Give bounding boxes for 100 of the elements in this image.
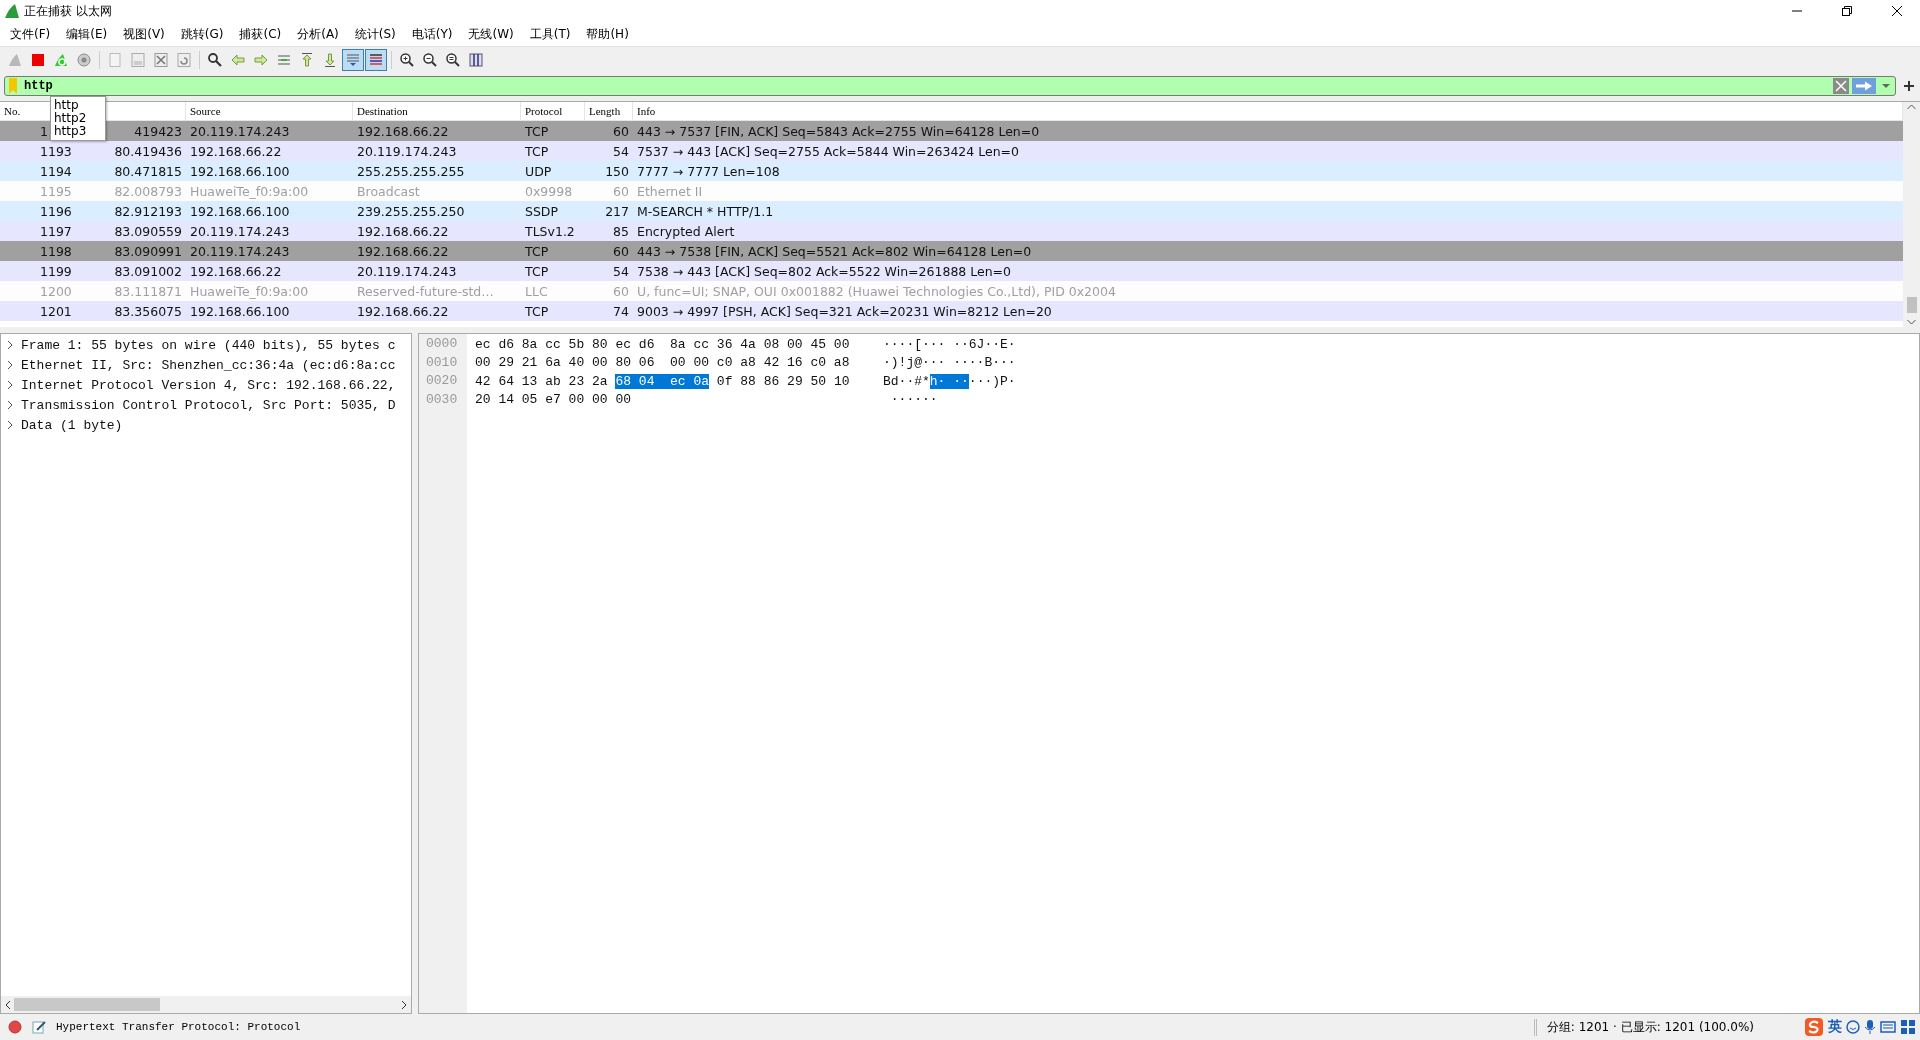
hex-bytes[interactable]: 68 04 ec 0a: [615, 373, 710, 389]
packet-protocol: TCP: [525, 303, 549, 319]
packet-number: 1193: [40, 143, 72, 159]
menu-item[interactable]: 跳转(G): [172, 23, 232, 45]
packet-source: 20.119.174.243: [190, 243, 290, 259]
packet-number: 1197: [40, 223, 72, 239]
tree-item[interactable]: Frame 1: 55 bytes on wire (440 bits), 55 bytes c: [21, 337, 396, 353]
packet-protocol: UDP: [525, 163, 552, 179]
resize-columns-icon: [468, 51, 484, 68]
tree-item[interactable]: Ethernet II, Src: Shenzhen_cc:36:4a (ec:d6:8a:cc: [21, 357, 396, 373]
ime-language[interactable]: 英: [1828, 1018, 1842, 1036]
packet-length: 85: [613, 223, 629, 239]
menu-item[interactable]: 分析(A): [289, 23, 347, 45]
packet-length: 74: [613, 303, 629, 319]
packet-row[interactable]: 1196 82.912193 192.168.66.100 239.255.255.250 SSDP 217 M-SEARCH * HTTP/1.1: [0, 201, 1903, 221]
packet-time: 83.090559: [114, 223, 182, 239]
packet-destination: Reserved-future-std…: [357, 283, 494, 299]
packet-source: 192.168.66.100: [190, 203, 290, 219]
ascii-bytes[interactable]: ····[··· ··6J··E·: [883, 336, 1016, 352]
hex-bytes[interactable]: 20 14 05 e7 00 00 00: [475, 392, 632, 408]
menu-item[interactable]: 编辑(E): [58, 23, 116, 45]
smiley-icon[interactable]: [1846, 1020, 1860, 1034]
zoom-icon: [445, 51, 461, 68]
hex-bytes[interactable]: ec d6 8a cc 5b 80 ec d6 8a cc 36 4a 08 00 45 00: [475, 336, 850, 352]
scroll-left-icon[interactable]: [4, 999, 12, 1010]
packet-info: 9003 → 4997 [PSH, ACK] Seq=321 Ack=20231 Win=8212 Len=20: [637, 303, 1052, 319]
byte-offset: 0000: [425, 335, 459, 353]
suggestion-item[interactable]: http3: [51, 125, 105, 138]
packet-length: 150: [605, 163, 629, 179]
packet-time: 83.090991: [114, 243, 182, 259]
packet-protocol: 0x9998: [525, 183, 573, 199]
caret-icon: [1882, 83, 1890, 89]
edit-comment-icon[interactable]: [32, 1020, 46, 1034]
packet-source: 192.168.66.22: [190, 263, 282, 279]
packet-source: 192.168.66.100: [190, 163, 290, 179]
packet-length: 60: [613, 243, 629, 259]
stop-icon: [30, 51, 46, 68]
toolbar-button[interactable]: [365, 48, 387, 71]
menu-item[interactable]: 统计(S): [346, 23, 404, 45]
packet-number: 1201: [40, 303, 72, 319]
scroll-up-icon[interactable]: [1907, 104, 1916, 110]
packet-info: 443 → 7538 [FIN, ACK] Seq=5521 Ack=802 Win=64128 Len=0: [637, 243, 1032, 259]
packet-number: 1200: [40, 283, 72, 299]
packet-info: 7777 → 7777 Len=108: [637, 163, 780, 179]
menu-item[interactable]: 视图(V): [115, 23, 173, 45]
hex-bytes[interactable]: 0f 88 86 29 50 10: [709, 373, 850, 389]
clear-filter-button[interactable]: [1833, 78, 1849, 94]
packet-number: 1198: [40, 243, 72, 259]
packet-row[interactable]: 1194 80.471815 192.168.66.100 255.255.255.255 UDP 150 7777 → 7777 Len=108: [0, 161, 1903, 181]
menu-item[interactable]: 帮助(H): [578, 23, 637, 45]
scroll-right-icon[interactable]: [400, 999, 408, 1010]
ascii-bytes[interactable]: ···)P·: [968, 373, 1016, 389]
column-header[interactable]: Protocol: [521, 102, 585, 120]
column-header[interactable]: Length: [585, 102, 633, 120]
ime-icon[interactable]: [1804, 1017, 1824, 1037]
column-header[interactable]: Destination: [353, 102, 521, 120]
down-arrow-icon: [322, 51, 338, 68]
ascii-bytes[interactable]: ······: [883, 392, 938, 408]
apply-filter-button[interactable]: [1852, 78, 1876, 94]
ascii-bytes[interactable]: Bd··#*: [883, 373, 930, 389]
ascii-bytes[interactable]: h· ··: [929, 373, 969, 389]
vertical-scrollbar[interactable]: [1903, 102, 1920, 327]
close-icon: [1891, 5, 1903, 17]
keyboard-icon[interactable]: [1880, 1021, 1896, 1033]
tree-item[interactable]: Data (1 byte): [21, 417, 123, 433]
packet-destination: 192.168.66.22: [357, 123, 449, 139]
packet-destination: 192.168.66.22: [357, 223, 449, 239]
menu-item[interactable]: 文件(F): [2, 23, 59, 45]
grid-icon[interactable]: [1900, 1019, 1916, 1035]
packet-row[interactable]: 1198 83.090991 20.119.174.243 192.168.66.22 TCP 60 443 → 7538 [FIN, ACK] Seq=5521 Ack=802 Win=64128 Len=0: [0, 241, 1903, 261]
ascii-bytes[interactable]: ·)!j@··· ····B···: [883, 355, 1016, 371]
up-arrow-icon: [299, 51, 315, 68]
horizontal-scrollbar[interactable]: [1, 996, 411, 1013]
column-header[interactable]: Source: [186, 102, 353, 120]
packet-destination: 192.168.66.22: [357, 243, 449, 259]
hex-bytes[interactable]: 00 29 21 6a 40 00 80 06 00 00 c0 a8 42 16 c0 a8: [475, 355, 850, 371]
packet-row[interactable]: 1199 83.091002 192.168.66.22 20.119.174.243 TCP 54 7538 → 443 [ACK] Seq=802 Ack=5522 Win=261888 Len=0: [0, 261, 1903, 281]
menu-item[interactable]: 无线(W): [460, 23, 522, 45]
packet-source: HuaweiTe_f0:9a:00: [190, 283, 309, 299]
tree-item[interactable]: Internet Protocol Version 4, Src: 192.168.66.22,: [21, 377, 396, 393]
packet-info: U, func=UI; SNAP, OUI 0x001882 (Huawei Technologies Co.,Ltd), PID 0x2004: [637, 283, 1116, 299]
menu-item[interactable]: 电话(Y): [403, 23, 461, 45]
microphone-icon[interactable]: [1864, 1019, 1876, 1035]
hex-bytes[interactable]: 42 64 13 ab 23 2a: [475, 373, 616, 389]
packet-destination: 239.255.255.250: [357, 203, 465, 219]
packet-source: 20.119.174.243: [190, 223, 290, 239]
packet-protocol: TCP: [525, 243, 549, 259]
packet-row[interactable]: 1193 80.419436 192.168.66.22 20.119.174.243 TCP 54 7537 → 443 [ACK] Seq=2755 Ack=5844 Win=263424 Len=0: [0, 141, 1903, 161]
scrollbar-thumb[interactable]: [1906, 297, 1917, 313]
zoom-out-icon: [422, 51, 438, 68]
packet-row[interactable]: 1197 83.090559 20.119.174.243 192.168.66.22 TLSv1.2 85 Encrypted Alert: [0, 221, 1903, 241]
tree-item[interactable]: Transmission Control Protocol, Src Port: 5035, D: [21, 397, 396, 413]
menu-item[interactable]: 捕获(C): [231, 23, 290, 45]
capture-status-icon[interactable]: [8, 1020, 22, 1034]
packet-row[interactable]: 1201 83.356075 192.168.66.100 192.168.66.22 TCP 74 9003 → 4997 [PSH, ACK] Seq=321 Ack=20231 Win=8212 Len=20: [0, 301, 1903, 321]
packet-time: 82.008793: [114, 183, 182, 199]
scroll-down-icon[interactable]: [1907, 319, 1916, 325]
menu-item[interactable]: 工具(T): [521, 23, 579, 45]
packet-time: 82.912193: [114, 203, 182, 219]
add-button[interactable]: [1902, 78, 1916, 94]
